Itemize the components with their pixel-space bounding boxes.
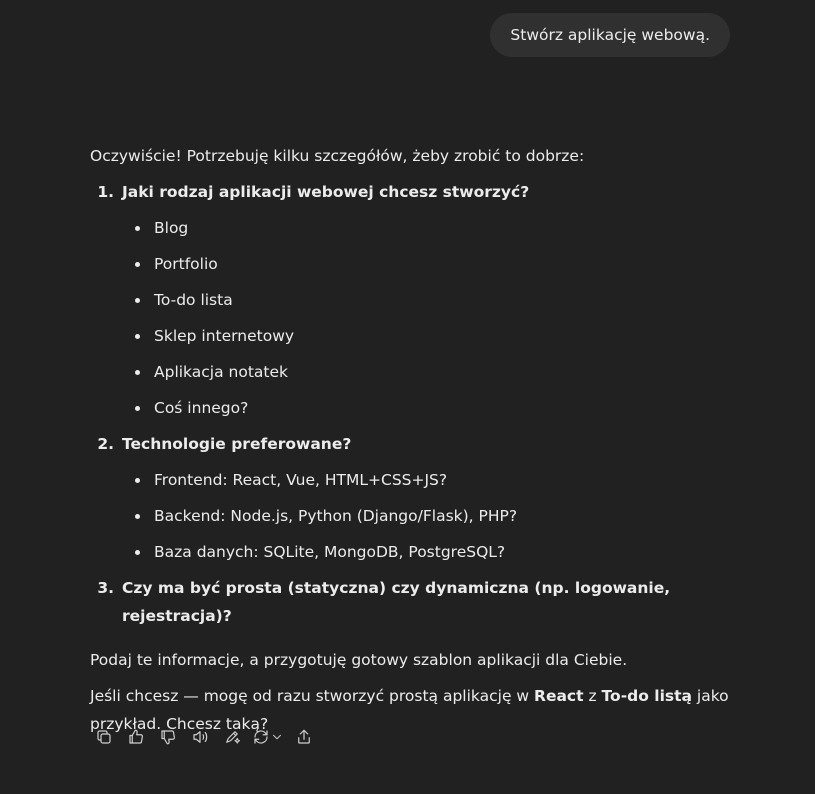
list-item: Frontend: React, Vue, HTML+CSS+JS? [90, 466, 730, 494]
copy-icon [97, 730, 111, 744]
list-item: Portfolio [90, 250, 730, 278]
regenerate-button[interactable] [248, 725, 288, 749]
chevron-down-icon [273, 734, 281, 740]
regenerate-icon [254, 730, 268, 744]
bold-todo: To-do listą [601, 687, 692, 705]
read-aloud-button[interactable] [184, 725, 216, 749]
list-item: Aplikacja notatek [90, 358, 730, 386]
question-2: 2. Technologie preferowane? [90, 430, 730, 458]
list-item: Coś innego? [90, 394, 730, 422]
assistant-message: Oczywiście! Potrzebuję kilku szczegółów,… [90, 142, 730, 746]
para-text: z [583, 687, 602, 705]
question-text: Technologie preferowane? [122, 435, 352, 453]
thumbs-down-icon [161, 730, 175, 745]
closing-paragraph-1: Podaj te informacje, a przygotuję gotowy… [90, 651, 628, 669]
question-number: 3. [97, 579, 114, 597]
list-item: To-do lista [90, 286, 730, 314]
question-text: Jaki rodzaj aplikacji webowej chcesz stw… [122, 183, 530, 201]
list-item: Blog [90, 214, 730, 242]
share-icon [298, 729, 310, 744]
share-button[interactable] [288, 725, 320, 749]
user-message-bubble: Stwórz aplikację webową. [490, 13, 730, 57]
edit-icon [226, 731, 241, 744]
question-text: Czy ma być prosta (statyczna) czy dynami… [122, 579, 671, 625]
question-3: 3. Czy ma być prosta (statyczna) czy dyn… [90, 574, 730, 630]
para-text: Jeśli chcesz — mogę od razu stworzyć pro… [90, 687, 535, 705]
question-1: 1. Jaki rodzaj aplikacji webowej chcesz … [90, 178, 730, 206]
question-2-options: Frontend: React, Vue, HTML+CSS+JS? Backe… [90, 466, 730, 566]
list-item: Sklep internetowy [90, 322, 730, 350]
list-item: Backend: Node.js, Python (Django/Flask),… [90, 502, 730, 530]
thumbs-up-button[interactable] [120, 725, 152, 749]
intro-text: Oczywiście! Potrzebuję kilku szczegółów,… [90, 147, 585, 165]
thumbs-up-icon [129, 729, 143, 744]
read-aloud-icon [193, 731, 208, 743]
edit-button[interactable] [216, 725, 248, 749]
copy-button[interactable] [88, 725, 120, 749]
user-message-text: Stwórz aplikację webową. [510, 26, 710, 44]
question-1-options: Blog Portfolio To-do lista Sklep interne… [90, 214, 730, 422]
message-actions-toolbar [88, 725, 320, 749]
bold-react: React [534, 687, 584, 705]
question-number: 1. [97, 183, 114, 201]
question-number: 2. [97, 435, 114, 453]
list-item: Baza danych: SQLite, MongoDB, PostgreSQL… [90, 538, 730, 566]
thumbs-down-button[interactable] [152, 725, 184, 749]
